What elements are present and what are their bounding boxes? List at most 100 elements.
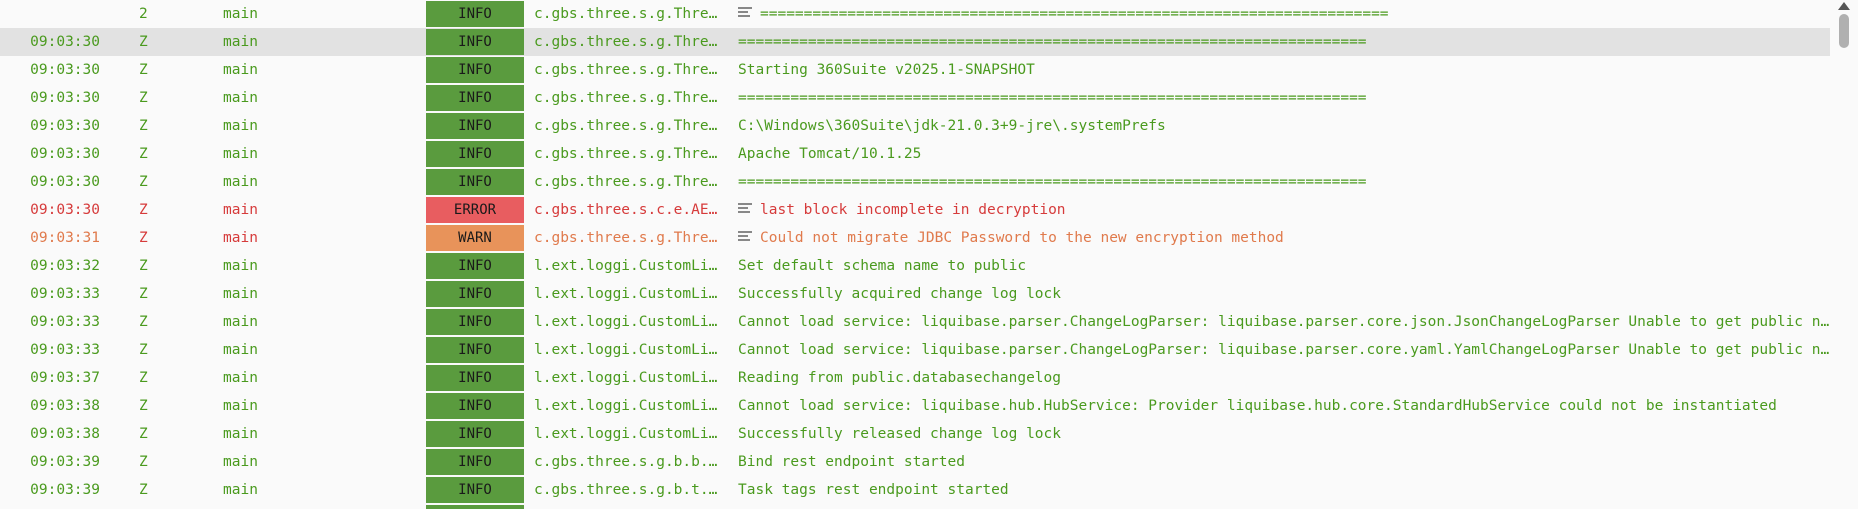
log-level-badge: INFO: [426, 421, 524, 447]
log-row[interactable]: 09:03:30 Zmain ERROR c.gbs.three.s.c.e.AES……: [0, 196, 1830, 224]
log-time: 09:03:30: [30, 146, 100, 162]
log-timezone: Z: [139, 258, 148, 274]
log-message: Could not migrate JDBC Password to the n…: [738, 224, 1830, 252]
log-time: 09:03:39: [30, 454, 100, 470]
multiline-text-icon[interactable]: [738, 231, 752, 243]
log-time: 09:03:30: [30, 174, 100, 190]
log-timezone: Z: [139, 482, 148, 498]
log-timezone: Z: [139, 286, 148, 302]
log-level-badge: INFO: [426, 477, 524, 503]
log-view[interactable]: 2 main INFO c.gbs.three.s.g.Three… =========…: [0, 0, 1858, 509]
log-message: ========================================…: [738, 168, 1830, 196]
log-message-text: last block incomplete in decryption: [760, 202, 1066, 218]
log-time: 09:03:30: [30, 90, 100, 106]
log-row[interactable]: 09:03:30 Zmain INFO c.gbs.three.s.g.Three… =…: [0, 84, 1830, 112]
log-timezone: Z: [139, 454, 148, 470]
log-row[interactable]: 09:03:33 Zmain INFO l.ext.loggi.CustomLiq… C…: [0, 336, 1830, 364]
log-logger: c.gbs.three.s.g.Three…: [534, 230, 720, 246]
log-level-badge: INFO: [426, 281, 524, 307]
log-thread: main: [223, 258, 258, 274]
log-row[interactable]: 09:03:31 Zmain WARN c.gbs.three.s.g.Three… C…: [0, 224, 1830, 252]
log-message: ========================================…: [738, 84, 1830, 112]
log-timezone: Z: [139, 314, 148, 330]
log-logger: l.ext.loggi.CustomLiq…: [534, 314, 720, 330]
log-message-text: ========================================…: [738, 174, 1367, 190]
log-time: 09:03:30: [30, 62, 100, 78]
log-message: Cannot load service: liquibase.hub.HubSe…: [738, 392, 1830, 420]
log-timezone: Z: [139, 370, 148, 386]
log-logger: l.ext.loggi.CustomLiq…: [534, 370, 720, 386]
log-thread: main: [223, 230, 258, 246]
log-timezone: Z: [139, 202, 148, 218]
log-row[interactable]: 09:03:33 Zmain INFO l.ext.loggi.CustomLiq… S…: [0, 280, 1830, 308]
log-timezone: Z: [139, 174, 148, 190]
log-message: Task tags rest endpoint started: [738, 476, 1830, 504]
multiline-text-icon[interactable]: [738, 203, 752, 215]
log-thread: main: [223, 6, 258, 22]
log-row[interactable]: 09:03:37 Zmain INFO l.ext.loggi.CustomLiq… R…: [0, 364, 1830, 392]
log-level-badge: [426, 505, 524, 509]
scroll-up-arrow-icon[interactable]: [1838, 2, 1850, 10]
log-message-text: ========================================…: [738, 34, 1367, 50]
log-level-badge: INFO: [426, 29, 524, 55]
log-time: 09:03:30: [30, 34, 100, 50]
log-message: Apache Tomcat/10.1.25: [738, 140, 1830, 168]
log-row[interactable]: 09:03:38 Zmain INFO l.ext.loggi.CustomLiq… S…: [0, 420, 1830, 448]
log-message-text: Successfully acquired change log lock: [738, 286, 1062, 302]
log-message: Reading from public.databasechangelog: [738, 364, 1830, 392]
log-message: Successfully acquired change log lock: [738, 280, 1830, 308]
log-row[interactable]: 09:03:30 Zmain INFO c.gbs.three.s.g.Three… S…: [0, 56, 1830, 84]
log-message: Set default schema name to public: [738, 252, 1830, 280]
log-row[interactable]: 09:03:30 Zmain INFO c.gbs.three.s.g.Three… A…: [0, 140, 1830, 168]
log-row[interactable]: 09:03:30 Zmain INFO c.gbs.three.s.g.Three… C…: [0, 112, 1830, 140]
log-time: 09:03:32: [30, 258, 100, 274]
log-level-badge: INFO: [426, 337, 524, 363]
log-level-badge: ERROR: [426, 197, 524, 223]
scroll-thumb[interactable]: [1839, 14, 1849, 48]
multiline-text-icon[interactable]: [738, 7, 752, 19]
log-thread: main: [223, 398, 258, 414]
log-thread: main: [223, 202, 258, 218]
log-row[interactable]: [0, 504, 1830, 509]
log-message-text: Task tags rest endpoint started: [738, 482, 1009, 498]
log-message-text: Could not migrate JDBC Password to the n…: [760, 230, 1284, 246]
log-logger: l.ext.loggi.CustomLiq…: [534, 398, 720, 414]
log-level-badge: INFO: [426, 309, 524, 335]
log-timezone: 2: [139, 6, 148, 22]
log-row[interactable]: 09:03:33 Zmain INFO l.ext.loggi.CustomLiq… C…: [0, 308, 1830, 336]
log-timezone: Z: [139, 398, 148, 414]
log-message-text: Starting 360Suite v2025.1-SNAPSHOT: [738, 62, 1035, 78]
log-level-badge: INFO: [426, 57, 524, 83]
log-row[interactable]: 09:03:39 Zmain INFO c.gbs.three.s.g.b.t.t… T…: [0, 476, 1830, 504]
log-time: 09:03:33: [30, 314, 100, 330]
log-thread: main: [223, 426, 258, 442]
log-time: 09:03:38: [30, 398, 100, 414]
log-time: 09:03:30: [30, 202, 100, 218]
log-row[interactable]: 09:03:39 Zmain INFO c.gbs.three.s.g.b.b.c… B…: [0, 448, 1830, 476]
log-logger: l.ext.loggi.CustomLiq…: [534, 286, 720, 302]
log-row[interactable]: 09:03:38 Zmain INFO l.ext.loggi.CustomLiq… C…: [0, 392, 1830, 420]
log-logger: c.gbs.three.s.g.Three…: [534, 62, 720, 78]
log-message-text: ========================================…: [738, 90, 1367, 106]
log-thread: main: [223, 286, 258, 302]
log-time: 09:03:33: [30, 286, 100, 302]
log-logger: c.gbs.three.s.c.e.AES…: [534, 202, 720, 218]
log-logger: c.gbs.three.s.g.Three…: [534, 174, 720, 190]
log-timezone: Z: [139, 146, 148, 162]
log-message-text: Apache Tomcat/10.1.25: [738, 146, 922, 162]
log-message-text: Cannot load service: liquibase.parser.Ch…: [738, 314, 1830, 330]
log-rows: 2 main INFO c.gbs.three.s.g.Three… =========…: [0, 0, 1830, 509]
log-row[interactable]: 09:03:30 Zmain INFO c.gbs.three.s.g.Three… =…: [0, 28, 1830, 56]
log-row[interactable]: 09:03:30 Zmain INFO c.gbs.three.s.g.Three… =…: [0, 168, 1830, 196]
log-level-badge: INFO: [426, 141, 524, 167]
log-timezone: Z: [139, 90, 148, 106]
log-message-text: Reading from public.databasechangelog: [738, 370, 1062, 386]
log-row[interactable]: 2 main INFO c.gbs.three.s.g.Three… =========…: [0, 0, 1830, 28]
log-row[interactable]: 09:03:32 Zmain INFO l.ext.loggi.CustomLiq… S…: [0, 252, 1830, 280]
log-message: last block incomplete in decryption: [738, 196, 1830, 224]
log-thread: main: [223, 454, 258, 470]
log-message: Successfully released change log lock: [738, 420, 1830, 448]
log-level-badge: WARN: [426, 225, 524, 251]
vertical-scrollbar[interactable]: [1830, 0, 1858, 509]
log-level-badge: INFO: [426, 253, 524, 279]
